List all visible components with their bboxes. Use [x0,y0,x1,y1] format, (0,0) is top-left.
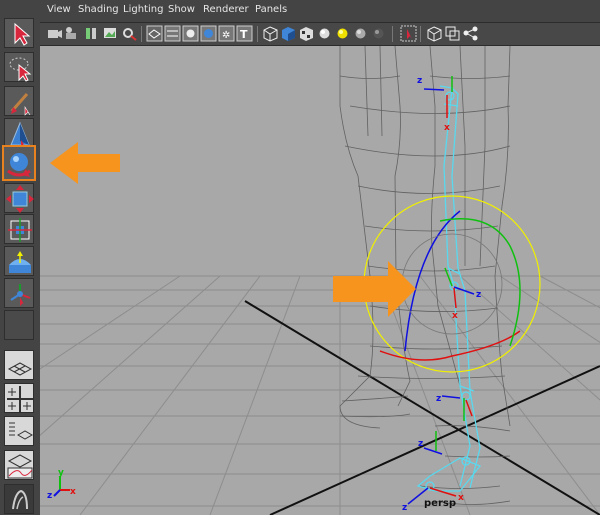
grid-axis-z [269,365,600,515]
viewport-scene: z x z x z z z x y x z [40,46,600,515]
svg-text:z: z [47,491,52,501]
universal-manipulator-icon [8,218,32,242]
persp-graph-layout-button[interactable] [4,450,34,480]
all-lights-icon[interactable] [334,25,351,42]
show-manipulator-button[interactable] [4,278,34,308]
svg-text:z: z [436,394,441,404]
menu-view[interactable]: View [47,4,71,15]
menu-panels[interactable]: Panels [255,4,287,15]
svg-text:z: z [402,503,407,513]
last-tool-button[interactable] [4,310,34,340]
soft-mod-icon [9,251,31,273]
menu-renderer[interactable]: Renderer [203,4,249,15]
orange-arrow-joint-pointer [333,261,416,317]
xray-active-components-icon[interactable] [462,25,479,42]
move-tool-button[interactable] [4,118,34,148]
use-all-lights-icon[interactable]: ✲ [218,25,235,42]
toolbar-separator [257,26,258,42]
svg-text:x: x [444,123,450,133]
wireframe-cube-icon[interactable] [262,25,279,42]
panel-toolbar: ✲ T [40,23,600,46]
svg-text:x: x [70,487,76,497]
panel-menu-bar: View Shading Lighting Show Renderer Pane… [40,0,600,23]
textured-icon[interactable] [200,25,217,42]
lasso-tool-button[interactable] [4,52,34,82]
soft-mod-tool-button[interactable] [4,246,34,276]
isolate-select-icon[interactable] [400,25,417,42]
ground-grid [40,275,600,515]
four-view-layout-button[interactable] [4,383,34,413]
maya-logo-button[interactable] [4,484,34,514]
toolbar-separator [141,26,142,42]
svg-text:y: y [58,468,64,478]
svg-text:z: z [476,290,481,300]
textured-text-icon[interactable]: T [236,25,253,42]
paint-select-icon [10,93,31,116]
rotate-tool-icon [7,153,31,177]
toolbar-separator [392,26,393,42]
smooth-shade-icon[interactable] [182,25,199,42]
single-perspective-layout-button[interactable] [4,350,34,380]
bookmarks-icon[interactable] [83,25,100,42]
shaded-cube-icon[interactable] [280,25,297,42]
paint-select-tool-button[interactable] [4,86,34,116]
wireframe-icon[interactable] [146,25,163,42]
svg-text:x: x [452,311,458,321]
select-tool-button[interactable] [4,18,34,48]
menu-shading[interactable]: Shading [78,4,119,15]
menu-lighting[interactable]: Lighting [123,4,163,15]
show-manipulator-icon [10,284,31,306]
four-pane-layout-icon [7,386,33,412]
menu-show[interactable]: Show [168,4,195,15]
single-pane-layout-icon [7,362,33,376]
persp-outliner-layout-button[interactable] [4,416,34,446]
shadows-icon[interactable] [352,25,369,42]
select-arrow-icon [14,22,31,46]
select-camera-icon[interactable] [46,25,63,42]
xray-cube-icon[interactable] [426,25,443,42]
camera-label: persp [424,498,456,509]
toolbox [0,0,41,515]
skeleton-chain [416,85,482,492]
maya-logo-icon [12,489,28,510]
image-plane-icon[interactable] [102,25,119,42]
rotate-tool-button[interactable] [2,145,36,181]
xray-joints-icon[interactable] [444,25,461,42]
lasso-select-icon [9,57,32,82]
toolbar-separator [420,26,421,42]
svg-text:z: z [417,76,422,86]
universal-manipulator-button[interactable] [4,214,34,244]
svg-text:✲: ✲ [222,30,230,41]
2d-pan-zoom-icon[interactable] [121,25,138,42]
perspective-viewport[interactable]: z x z x z z z x y x z persp [40,46,600,515]
camera-attributes-icon[interactable] [64,25,81,42]
textured-cube-icon[interactable] [298,25,315,42]
svg-text:T: T [240,28,248,41]
graph-editor-layout-icon [7,454,33,479]
lights-highlight-icon[interactable] [370,25,387,42]
outliner-layout-icon [9,422,34,440]
scale-tool-button[interactable] [4,183,34,213]
svg-text:z: z [418,439,423,449]
view-axis-indicator: y x z [47,468,76,501]
character-wireframe [339,46,511,505]
default-lighting-icon[interactable] [316,25,333,42]
last-tool-icon [5,311,35,341]
scale-tool-icon [6,185,34,213]
grid-icon[interactable] [164,25,181,42]
orange-arrow-tool-pointer [50,142,120,184]
svg-text:x: x [458,493,464,503]
